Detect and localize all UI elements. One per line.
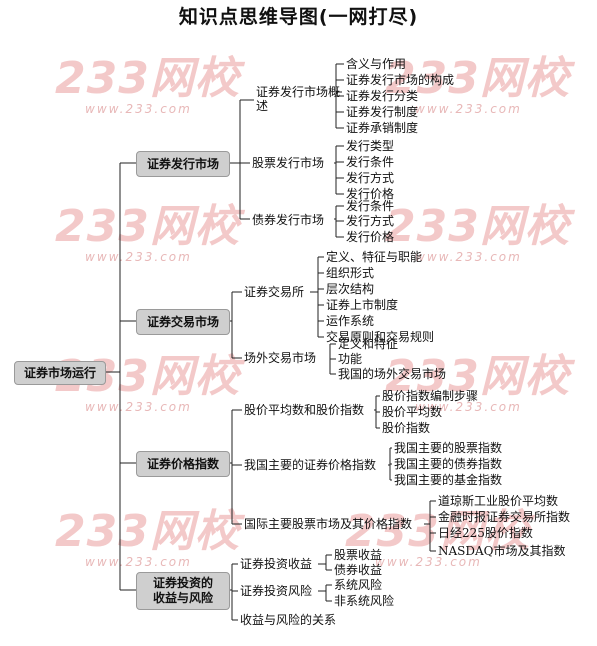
branch-node: 证券交易市场	[136, 309, 230, 335]
leaf-node: 发行条件	[346, 199, 395, 213]
sub-node: 证券交易所	[244, 285, 305, 299]
leaf-node: 我国主要的债券指数	[394, 457, 503, 471]
leaf-node: 股价平均数	[382, 405, 443, 419]
sub-node: 证券发行市场概述	[256, 85, 341, 113]
leaf-node: 道琼斯工业股价平均数	[438, 494, 559, 508]
leaf-node: 定义、特征与职能	[326, 250, 423, 264]
sub-node: 场外交易市场	[244, 351, 317, 365]
leaf-node: 功能	[338, 352, 363, 366]
leaf-node: 层次结构	[326, 282, 375, 296]
leaf-node: 发行价格	[346, 230, 395, 244]
sub-node: 国际主要股票市场及其价格指数	[244, 517, 413, 531]
sub-node: 股价平均数和股价指数	[244, 403, 365, 417]
leaf-node: 证券承销制度	[346, 121, 419, 135]
branch-node: 证券价格指数	[136, 451, 230, 477]
leaf-node: 我国主要的股票指数	[394, 441, 503, 455]
sub-node: 证券投资收益	[240, 557, 313, 571]
leaf-node: 证券发行制度	[346, 105, 419, 119]
leaf-node: 股价指数	[382, 421, 431, 435]
leaf-node: 定义和特征	[338, 337, 399, 351]
sub-node: 证券投资风险	[240, 584, 313, 598]
leaf-node: 日经225股价指数	[438, 526, 533, 540]
leaf-node: 发行方式	[346, 171, 395, 185]
leaf-node: 发行类型	[346, 139, 395, 153]
mind-map-canvas: 233网校 www.233.com 233网校 www.233.com 233网…	[0, 0, 597, 646]
root-node: 证券市场运行	[14, 361, 106, 385]
leaf-node: 发行方式	[346, 214, 395, 228]
leaf-node: 债券收益	[334, 563, 383, 577]
leaf-node: 我国的场外交易市场	[338, 367, 447, 381]
leaf-node: 股票收益	[334, 548, 383, 562]
leaf-node: 证券发行分类	[346, 89, 419, 103]
sub-node: 股票发行市场	[252, 156, 325, 170]
leaf-node: 组织形式	[326, 266, 375, 280]
sub-node: 收益与风险的关系	[240, 613, 337, 627]
leaf-node: 含义与作用	[346, 57, 407, 71]
leaf-node: 证券上市制度	[326, 298, 399, 312]
leaf-node: 股价指数编制步骤	[382, 389, 479, 403]
leaf-node: NASDAQ市场及其指数	[438, 544, 566, 558]
leaf-node: 证券发行市场的构成	[346, 73, 455, 87]
leaf-node: 系统风险	[334, 578, 383, 592]
sub-node: 我国主要的证券价格指数	[244, 458, 377, 472]
leaf-node: 运作系统	[326, 314, 375, 328]
sub-node: 债券发行市场	[252, 213, 325, 227]
leaf-node: 非系统风险	[334, 594, 395, 608]
leaf-node: 金融时报证券交易所指数	[438, 510, 571, 524]
leaf-node: 我国主要的基金指数	[394, 473, 503, 487]
leaf-node: 发行条件	[346, 155, 395, 169]
branch-node: 证券投资的 收益与风险	[136, 572, 230, 610]
branch-node: 证券发行市场	[136, 151, 230, 177]
